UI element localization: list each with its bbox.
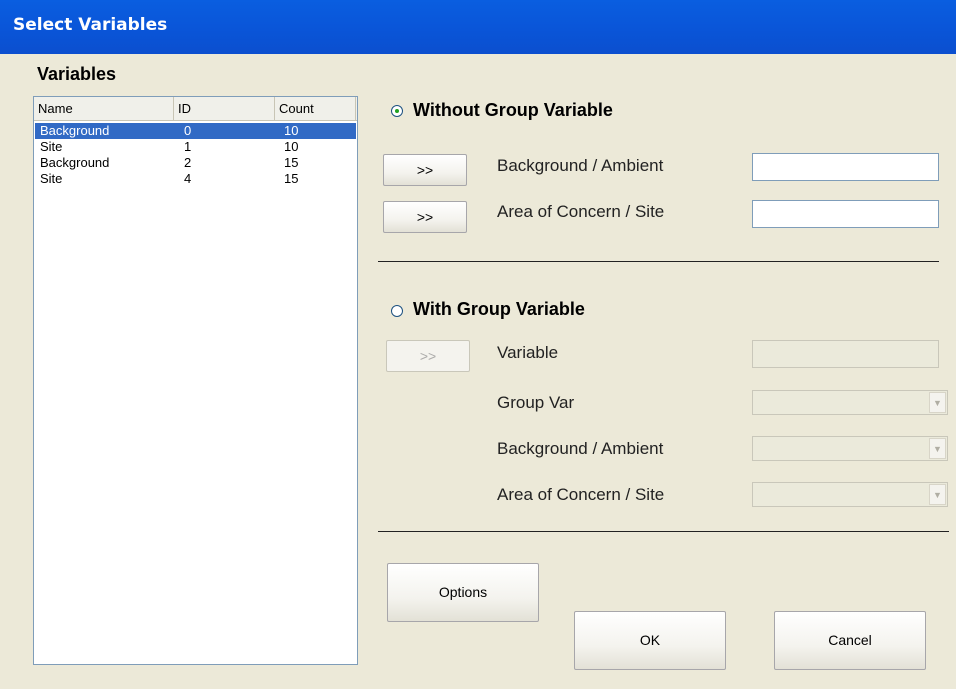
- list-item[interactable]: Background 2 15: [35, 155, 356, 171]
- group-background-select[interactable]: ▼: [752, 436, 948, 461]
- row-name: Background: [40, 123, 110, 138]
- group-site-label: Area of Concern / Site: [497, 485, 665, 504]
- without-group-label[interactable]: Without Group Variable: [413, 100, 613, 121]
- ok-button[interactable]: OK: [574, 611, 726, 670]
- separator: [378, 261, 939, 262]
- variable-field[interactable]: [752, 340, 939, 368]
- row-name: Background: [40, 155, 110, 170]
- column-header-count[interactable]: Count: [275, 97, 356, 120]
- separator: [378, 531, 949, 532]
- group-var-select[interactable]: ▼: [752, 390, 948, 415]
- row-name: Site: [40, 139, 63, 154]
- row-id: 2: [184, 155, 192, 170]
- column-header-name[interactable]: Name: [34, 97, 174, 120]
- without-group-radio[interactable]: [391, 105, 403, 117]
- row-count: 10: [284, 123, 299, 138]
- with-group-radio[interactable]: [391, 305, 403, 317]
- variables-heading: Variables: [37, 64, 117, 84]
- list-item[interactable]: Site 4 15: [35, 171, 356, 187]
- chevron-down-icon[interactable]: ▼: [929, 484, 946, 505]
- options-button[interactable]: Options: [387, 563, 539, 622]
- row-count: 15: [284, 171, 299, 186]
- row-id: 1: [184, 139, 192, 154]
- list-item[interactable]: Site 1 10: [35, 139, 356, 155]
- background-ambient-field[interactable]: [752, 153, 939, 181]
- list-header: Name ID Count: [34, 97, 357, 121]
- add-background-button[interactable]: >>: [383, 154, 467, 186]
- chevron-down-icon[interactable]: ▼: [929, 392, 946, 413]
- radio-selected-dot: [395, 109, 399, 113]
- area-of-concern-field[interactable]: [752, 200, 939, 228]
- group-site-select[interactable]: ▼: [752, 482, 948, 507]
- title-bar[interactable]: Select Variables: [0, 0, 956, 54]
- add-site-button[interactable]: >>: [383, 201, 467, 233]
- area-of-concern-label: Area of Concern / Site: [497, 202, 665, 221]
- add-variable-button[interactable]: >>: [386, 340, 470, 372]
- row-count: 10: [284, 139, 299, 154]
- column-header-id[interactable]: ID: [174, 97, 275, 120]
- window-title: Select Variables: [13, 15, 168, 35]
- cancel-button[interactable]: Cancel: [774, 611, 926, 670]
- with-group-label[interactable]: With Group Variable: [413, 299, 585, 320]
- group-background-label: Background / Ambient: [497, 439, 664, 458]
- list-item[interactable]: Background 0 10: [35, 123, 356, 139]
- row-name: Site: [40, 171, 63, 186]
- group-var-label: Group Var: [497, 393, 575, 412]
- row-id: 0: [184, 123, 192, 138]
- chevron-down-icon[interactable]: ▼: [929, 438, 946, 459]
- background-ambient-label: Background / Ambient: [497, 156, 664, 175]
- row-id: 4: [184, 171, 192, 186]
- row-count: 15: [284, 155, 299, 170]
- variable-label: Variable: [497, 343, 559, 362]
- variables-list[interactable]: Name ID Count Background 0 10 Site 1 10 …: [33, 96, 358, 665]
